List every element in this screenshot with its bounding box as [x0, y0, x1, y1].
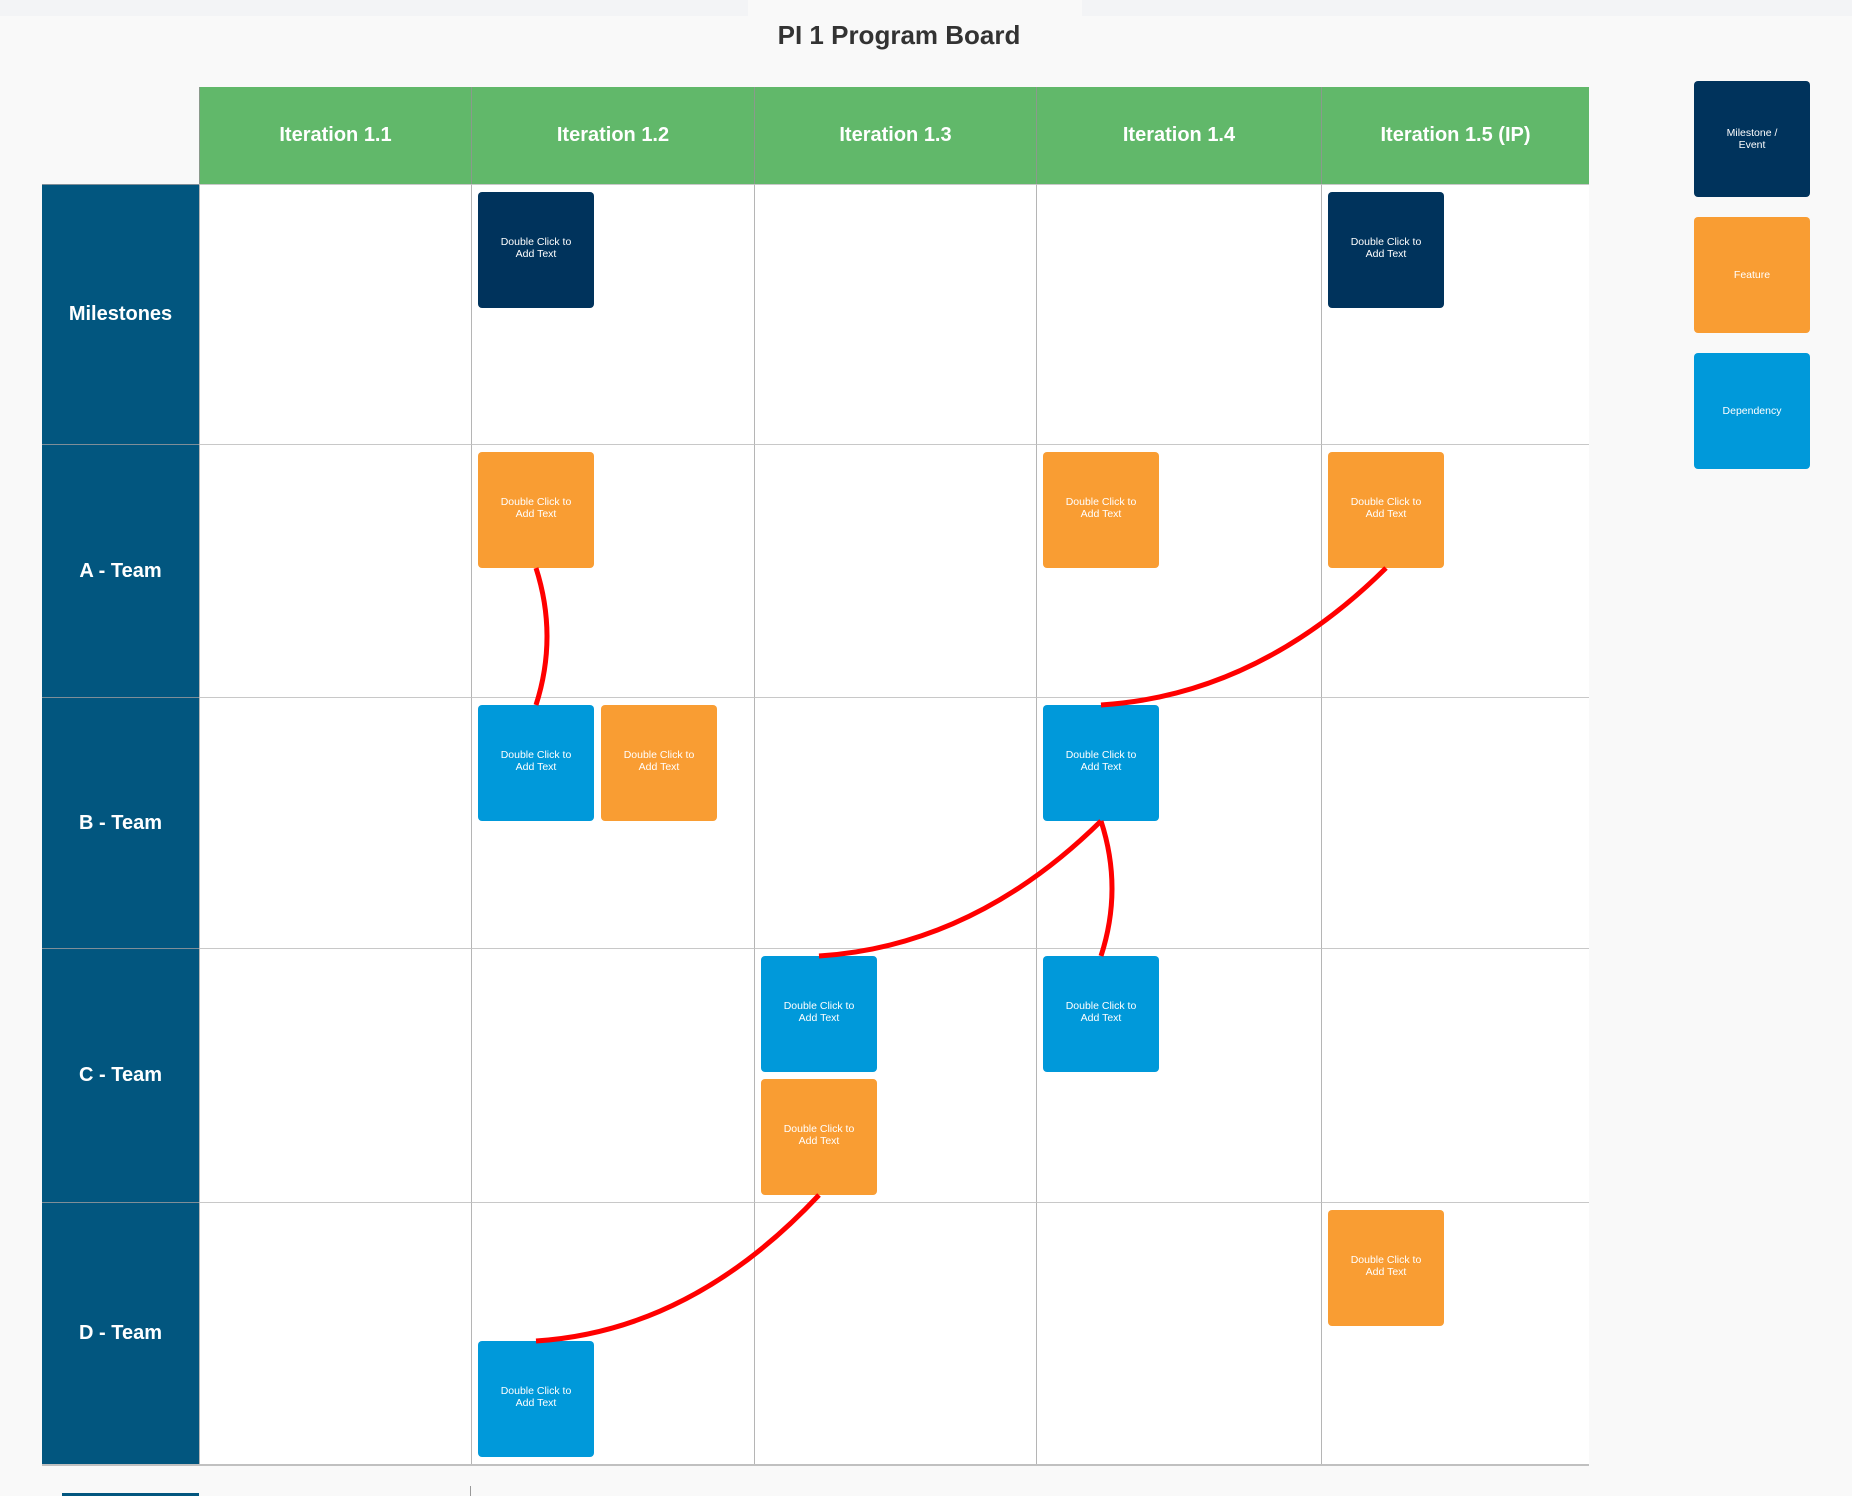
iteration-header: Iteration 1.3	[754, 87, 1036, 184]
legend-feature[interactable]: Feature	[1694, 217, 1810, 333]
board-cell[interactable]	[199, 444, 471, 697]
milestone-card[interactable]: Double Click to Add Text	[1328, 192, 1444, 308]
board-cell[interactable]	[199, 948, 471, 1202]
iteration-header: Iteration 1.2	[471, 87, 754, 184]
dependency-card[interactable]: Double Click to Add Text	[478, 1341, 594, 1457]
legend-label: Milestone / Event	[1726, 127, 1778, 151]
row-header: C - Team	[42, 948, 199, 1202]
card-text: Double Click to Add Text	[1350, 1254, 1422, 1278]
board-cell[interactable]	[199, 697, 471, 948]
row-header: B - Team	[42, 697, 199, 948]
card-text: Double Click to Add Text	[1065, 1000, 1137, 1024]
top-toolbar-strip-left	[0, 0, 748, 16]
board-cell[interactable]	[199, 184, 471, 444]
board-cell[interactable]	[1321, 948, 1589, 1202]
feature-card[interactable]: Double Click to Add Text	[1043, 452, 1159, 568]
card-text: Double Click to Add Text	[783, 1000, 855, 1024]
iteration-header: Iteration 1.1	[199, 87, 471, 184]
feature-card[interactable]: Double Click to Add Text	[1328, 452, 1444, 568]
dependency-card[interactable]: Double Click to Add Text	[1043, 956, 1159, 1072]
board-cell[interactable]	[754, 1202, 1036, 1464]
card-text: Double Click to Add Text	[500, 236, 572, 260]
card-text: Double Click to Add Text	[1350, 236, 1422, 260]
feature-card[interactable]: Double Click to Add Text	[478, 452, 594, 568]
legend-dependency[interactable]: Dependency	[1694, 353, 1810, 469]
card-text: Double Click to Add Text	[500, 496, 572, 520]
card-text: Double Click to Add Text	[783, 1123, 855, 1147]
feature-card[interactable]: Double Click to Add Text	[1328, 1210, 1444, 1326]
dependency-card[interactable]: Double Click to Add Text	[478, 705, 594, 821]
card-text: Double Click to Add Text	[1350, 496, 1422, 520]
top-toolbar-strip-right	[1082, 0, 1852, 16]
iteration-header: Iteration 1.5 (IP)	[1321, 87, 1589, 184]
board-cell[interactable]	[199, 1202, 471, 1464]
board-cell[interactable]	[754, 444, 1036, 697]
milestone-card[interactable]: Double Click to Add Text	[478, 192, 594, 308]
board-bottom-border	[42, 1464, 1589, 1466]
feature-card[interactable]: Double Click to Add Text	[601, 705, 717, 821]
legend-milestone[interactable]: Milestone / Event	[1694, 81, 1810, 197]
card-text: Double Click to Add Text	[623, 749, 695, 773]
legend-label: Feature	[1733, 269, 1771, 281]
board-title: PI 1 Program Board	[777, 20, 1021, 50]
board-cell[interactable]	[754, 184, 1036, 444]
board-cell[interactable]	[1036, 184, 1321, 444]
feature-card[interactable]: Double Click to Add Text	[761, 1079, 877, 1195]
legend-label: Dependency	[1722, 405, 1782, 417]
row-header: D - Team	[42, 1202, 199, 1464]
iteration-header: Iteration 1.4	[1036, 87, 1321, 184]
card-text: Double Click to Add Text	[1065, 496, 1137, 520]
row-header: A - Team	[42, 444, 199, 697]
card-text: Double Click to Add Text	[500, 1385, 572, 1409]
next-row-divider-stub	[470, 1486, 471, 1496]
card-text: Double Click to Add Text	[500, 749, 572, 773]
row-header: Milestones	[42, 184, 199, 444]
card-text: Double Click to Add Text	[1065, 749, 1137, 773]
dependency-card[interactable]: Double Click to Add Text	[761, 956, 877, 1072]
board-cell[interactable]	[1321, 697, 1589, 948]
board-cell[interactable]	[1036, 1202, 1321, 1464]
board-cell[interactable]	[754, 697, 1036, 948]
dependency-card[interactable]: Double Click to Add Text	[1043, 705, 1159, 821]
board-cell[interactable]	[471, 948, 754, 1202]
